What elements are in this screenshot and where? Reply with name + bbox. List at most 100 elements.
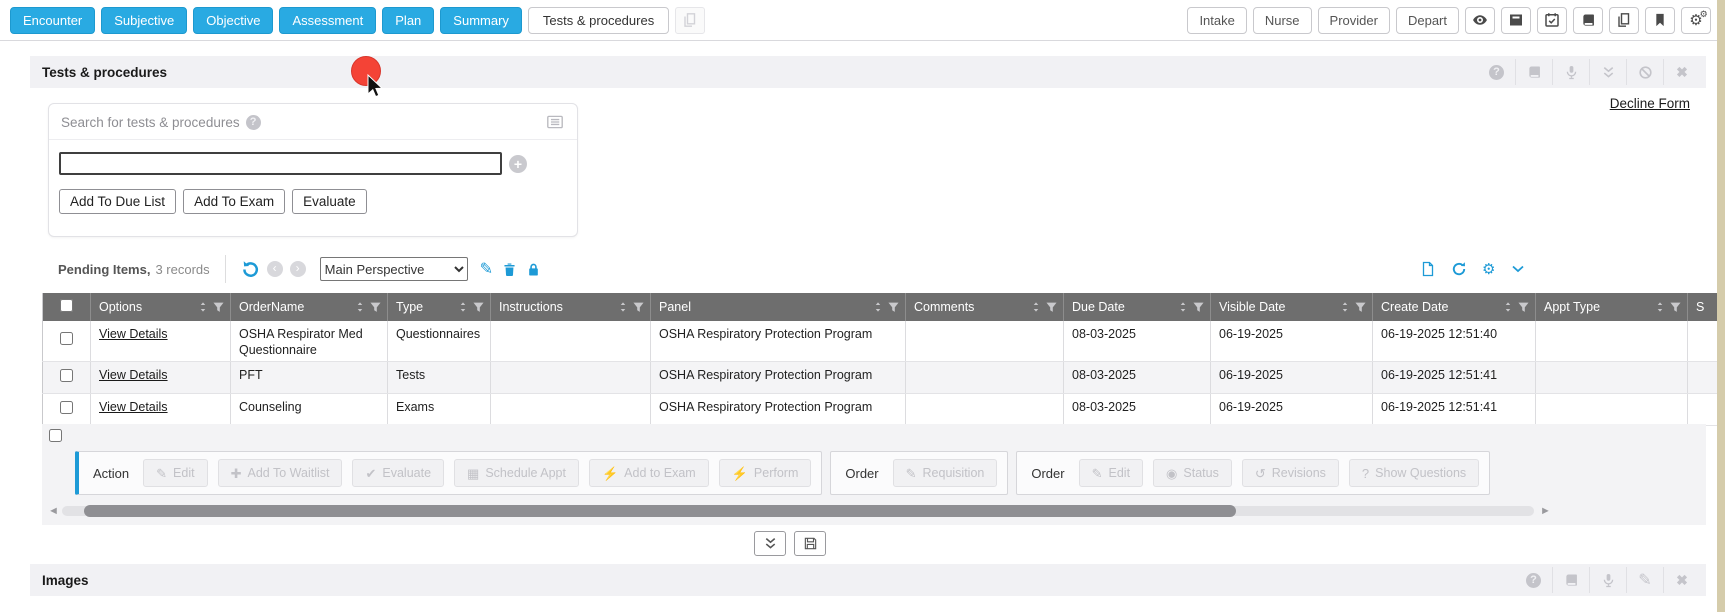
filter-icon[interactable] (472, 301, 485, 314)
book-button[interactable] (1515, 59, 1552, 85)
tab-encounter[interactable]: Encounter (10, 7, 95, 34)
filter-icon[interactable] (212, 301, 225, 314)
undo-icon[interactable] (241, 260, 260, 279)
delete-perspective-icon[interactable] (502, 262, 517, 277)
sort-icon[interactable] (197, 301, 209, 313)
filter-icon[interactable] (1045, 301, 1058, 314)
perspective-select[interactable]: Main Perspective (320, 257, 468, 281)
add-to-waitlist-button[interactable]: ✚Add To Waitlist (218, 459, 343, 487)
new-document-icon[interactable] (1420, 261, 1436, 277)
collapse-button[interactable] (1589, 59, 1626, 85)
filter-icon[interactable] (1517, 301, 1530, 314)
new-row-checkbox[interactable] (49, 429, 62, 442)
revisions-button[interactable]: ↺Revisions (1242, 459, 1339, 487)
perform-button[interactable]: ⚡Perform (719, 459, 812, 487)
help-button[interactable]: ? (1515, 567, 1552, 593)
dictate-button[interactable] (1589, 567, 1626, 593)
settings-button[interactable]: ⚙⚙ (1681, 7, 1711, 34)
column-header-instructions[interactable]: Instructions (491, 293, 651, 321)
sort-icon[interactable] (457, 301, 469, 313)
sort-icon[interactable] (1654, 301, 1666, 313)
eye-button[interactable] (1465, 7, 1495, 34)
schedule-appt-button[interactable]: ▦Schedule Appt (454, 459, 579, 487)
row-checkbox[interactable] (60, 401, 73, 414)
add-to-exam-button[interactable]: Add To Exam (183, 189, 285, 214)
evaluate-button[interactable]: ✔Evaluate (352, 459, 444, 487)
edit-button[interactable]: ✎Edit (1079, 459, 1143, 487)
edit-button[interactable]: ✎ (1626, 567, 1663, 593)
row-checkbox[interactable] (60, 369, 73, 382)
sort-icon[interactable] (1030, 301, 1042, 313)
horizontal-scrollbar[interactable]: ◄ ► (42, 504, 1706, 518)
decline-form-link[interactable]: Decline Form (1610, 96, 1690, 111)
column-header-type[interactable]: Type (388, 293, 491, 321)
edit-button[interactable]: ✎Edit (143, 459, 207, 487)
column-header-visible_date[interactable]: Visible Date (1211, 293, 1373, 321)
scrollbar-thumb[interactable] (84, 505, 1236, 517)
edit-perspective-icon[interactable]: ✎ (480, 259, 493, 279)
page-prev-button[interactable]: ‹ (267, 261, 283, 277)
save-button[interactable] (794, 531, 826, 556)
tab-subjective[interactable]: Subjective (101, 7, 187, 34)
add-icon[interactable]: + (509, 155, 527, 173)
add-to-due-list-button[interactable]: Add To Due List (59, 189, 176, 214)
help-button[interactable]: ? (1478, 59, 1515, 85)
column-header-extra[interactable]: S (1688, 293, 1718, 321)
show-questions-button[interactable]: ?Show Questions (1349, 459, 1479, 487)
requisition-button[interactable]: ✎Requisition (893, 459, 998, 487)
view-details-link[interactable]: View Details (99, 368, 168, 382)
tab-summary[interactable]: Summary (440, 7, 522, 34)
dictate-button[interactable] (1552, 59, 1589, 85)
lock-icon[interactable] (526, 262, 541, 277)
close-button[interactable]: ✖ (1663, 59, 1700, 85)
filter-icon[interactable] (1669, 301, 1682, 314)
nurse-button[interactable]: Nurse (1253, 7, 1312, 34)
search-input[interactable] (59, 152, 502, 175)
row-checkbox[interactable] (60, 332, 73, 345)
page-next-button[interactable]: › (290, 261, 306, 277)
collapse-grid-icon[interactable] (1510, 261, 1526, 277)
book-button[interactable] (1573, 7, 1603, 34)
add-to-exam-button[interactable]: ⚡Add to Exam (589, 459, 709, 487)
filter-icon[interactable] (1354, 301, 1367, 314)
close-button[interactable]: ✖ (1663, 567, 1700, 593)
bookmark-button[interactable] (1645, 7, 1675, 34)
refresh-icon[interactable] (1451, 261, 1467, 277)
scroll-left-icon[interactable]: ◄ (48, 504, 59, 518)
intake-button[interactable]: Intake (1187, 7, 1246, 34)
view-details-link[interactable]: View Details (99, 400, 168, 414)
duplicate-tab-button[interactable] (675, 7, 705, 34)
sort-icon[interactable] (617, 301, 629, 313)
archive-button[interactable] (1501, 7, 1531, 34)
sort-icon[interactable] (354, 301, 366, 313)
tab-plan[interactable]: Plan (382, 7, 434, 34)
column-header-options[interactable]: Options (91, 293, 231, 321)
filter-icon[interactable] (632, 301, 645, 314)
scroll-right-icon[interactable]: ► (1540, 504, 1551, 518)
sort-icon[interactable] (1177, 301, 1189, 313)
sort-icon[interactable] (1339, 301, 1351, 313)
tab-objective[interactable]: Objective (193, 7, 273, 34)
view-details-link[interactable]: View Details (99, 327, 168, 341)
book-button[interactable] (1552, 567, 1589, 593)
list-view-icon[interactable] (545, 113, 565, 131)
sort-icon[interactable] (872, 301, 884, 313)
expand-more-button[interactable] (754, 531, 786, 556)
column-header-order_name[interactable]: OrderName (231, 293, 388, 321)
help-icon[interactable]: ? (246, 115, 261, 130)
filter-icon[interactable] (369, 301, 382, 314)
copy-button[interactable] (1609, 7, 1639, 34)
filter-icon[interactable] (887, 301, 900, 314)
sort-icon[interactable] (1502, 301, 1514, 313)
column-header-create_date[interactable]: Create Date (1373, 293, 1536, 321)
provider-button[interactable]: Provider (1318, 7, 1390, 34)
filter-icon[interactable] (1192, 301, 1205, 314)
evaluate-button[interactable]: Evaluate (292, 189, 367, 214)
column-header-due_date[interactable]: Due Date (1064, 293, 1211, 321)
tab-assessment[interactable]: Assessment (279, 7, 376, 34)
column-header-appt_type[interactable]: Appt Type (1536, 293, 1688, 321)
status-button[interactable]: ◉Status (1153, 459, 1232, 487)
column-header-panel[interactable]: Panel (651, 293, 906, 321)
tab-tests-procedures-active[interactable]: Tests & procedures (528, 7, 669, 34)
column-header-comments[interactable]: Comments (906, 293, 1064, 321)
